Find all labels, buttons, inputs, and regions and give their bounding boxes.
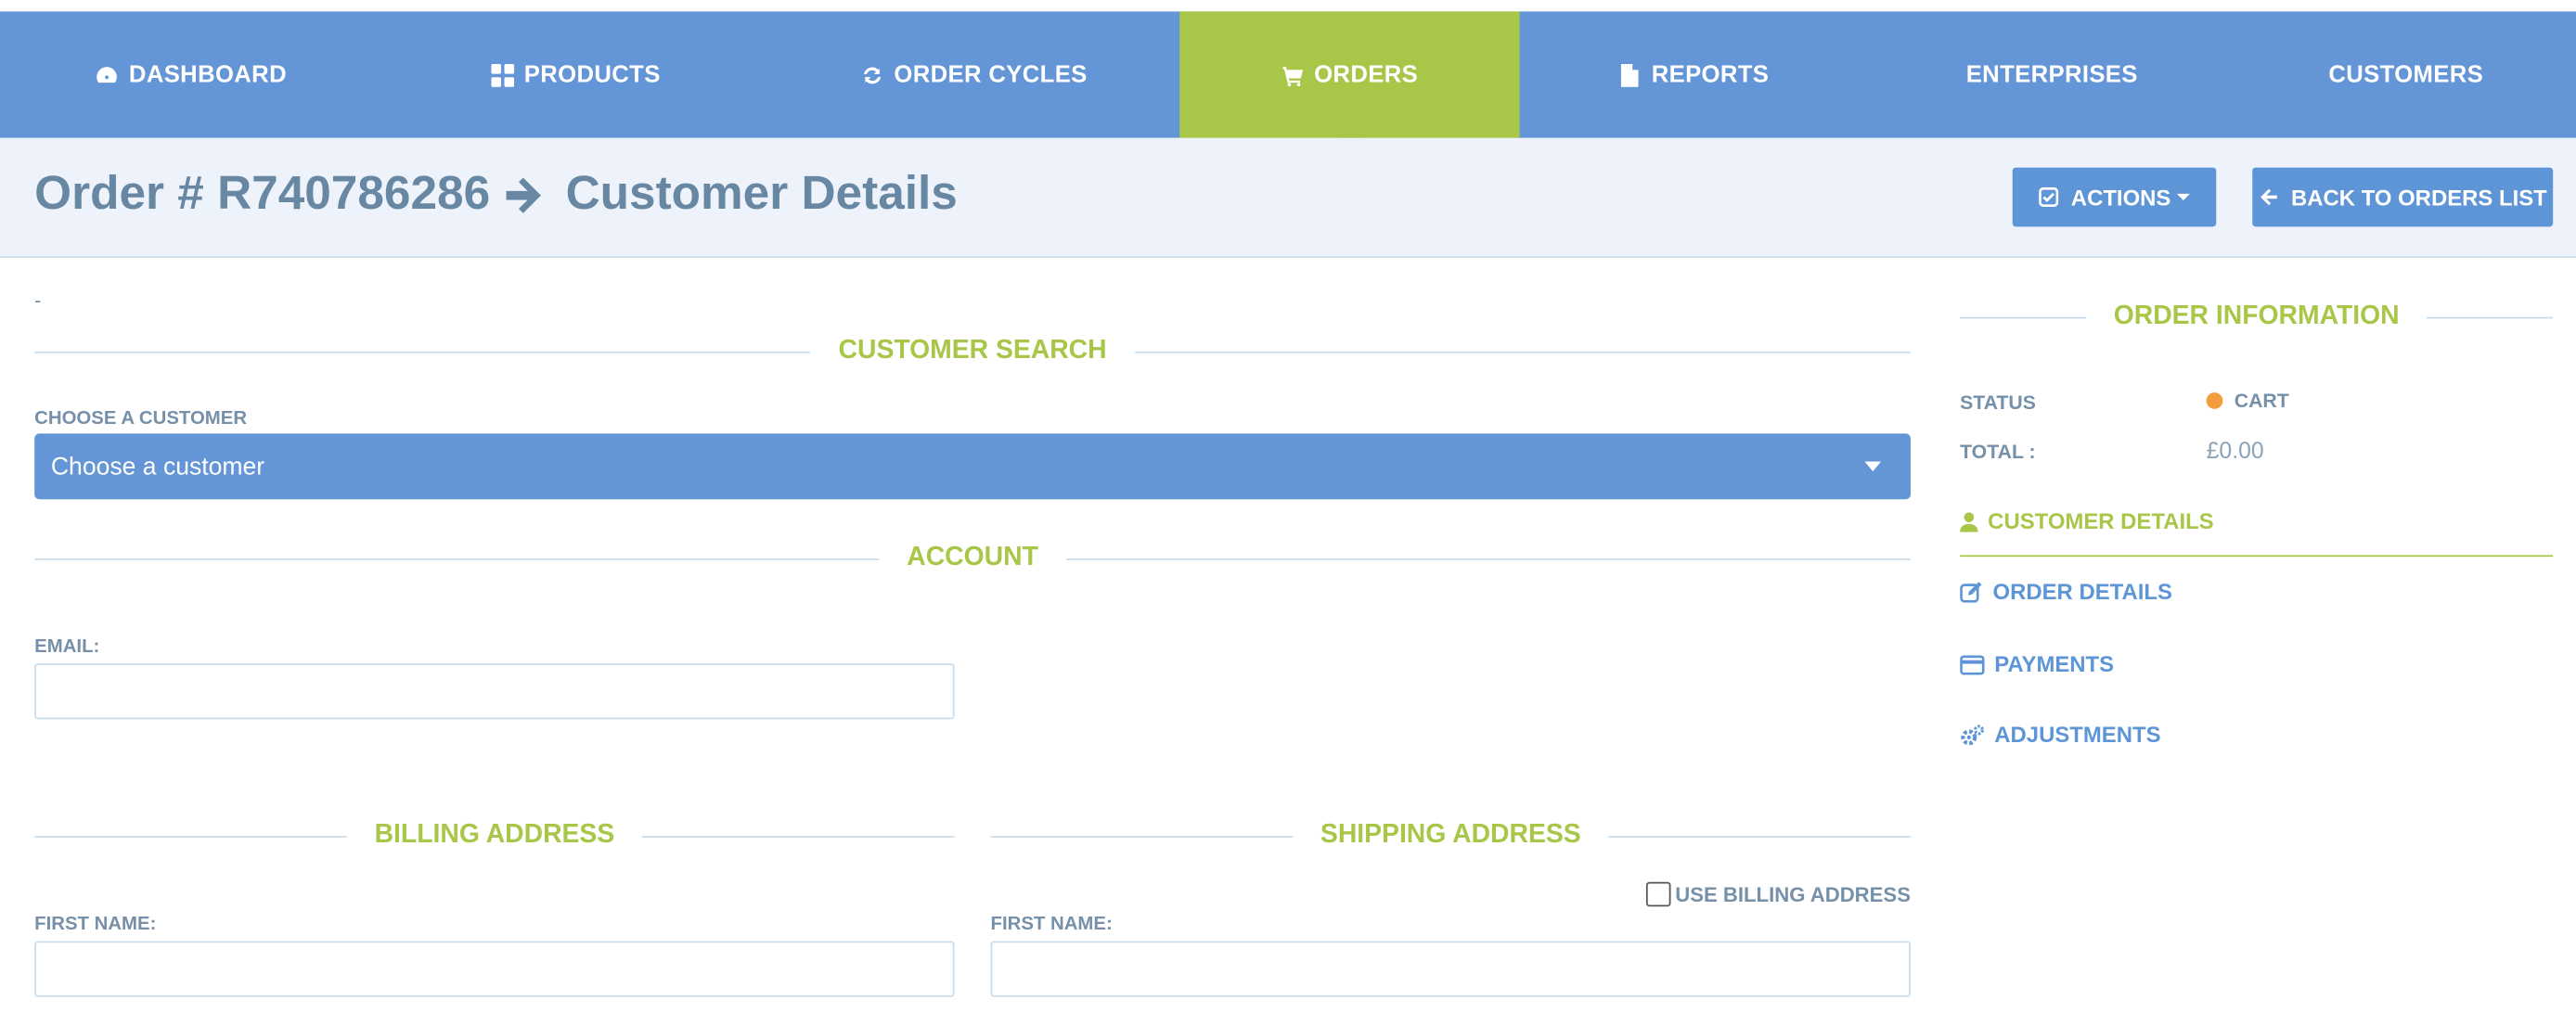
- caret-down-icon: [2177, 193, 2191, 200]
- divider: [1608, 835, 1912, 838]
- dash-text: -: [34, 289, 42, 313]
- billing-first-name-field[interactable]: [34, 941, 955, 997]
- divider: [34, 835, 347, 838]
- choose-customer-label: Choose a customer: [34, 408, 248, 430]
- cogs-icon: [1961, 724, 1984, 745]
- total-label: Total :: [1960, 440, 2036, 464]
- arrow-left-icon: [2260, 188, 2277, 206]
- actions-label: Actions: [2070, 185, 2171, 210]
- divider: [34, 558, 880, 559]
- sidebar-link-customer-details[interactable]: Customer Details: [1960, 508, 2214, 534]
- nav-products-label: Products: [523, 61, 661, 88]
- email-field[interactable]: [34, 663, 955, 720]
- edit-icon: [1960, 582, 1982, 603]
- total-value: £0.00: [2206, 436, 2264, 464]
- actions-button[interactable]: Actions: [2012, 167, 2217, 227]
- email-label: Email:: [34, 636, 100, 658]
- divider: [1134, 350, 1911, 353]
- sidebar-link-adjustments[interactable]: Adjustments: [1960, 722, 2161, 748]
- app-root: Dashboard Products Order Cycles Orders R…: [0, 0, 2576, 1013]
- divider: [1065, 558, 1911, 559]
- status-label: Status: [1960, 391, 2036, 415]
- nav-dashboard[interactable]: Dashboard: [0, 11, 383, 137]
- active-link-underline: [1960, 555, 2554, 558]
- chevron-down-icon: [1864, 461, 1882, 472]
- nav-enterprises[interactable]: Enterprises: [1868, 11, 2236, 137]
- sidebar-link-label: Customer Details: [1988, 508, 2214, 534]
- arrow-right-icon: [507, 176, 542, 212]
- sidebar-link-payments[interactable]: Payments: [1960, 651, 2115, 677]
- sidebar-link-label: Adjustments: [1994, 722, 2161, 748]
- nav-customers-label: Customers: [2328, 61, 2484, 88]
- nav-products[interactable]: Products: [383, 11, 769, 137]
- cart-icon: [1282, 66, 1303, 86]
- customer-search-heading: Customer Search: [34, 337, 1911, 366]
- nav-enterprises-label: Enterprises: [1965, 61, 2138, 88]
- section-title: Order Information: [2113, 301, 2400, 330]
- tachometer-icon: [97, 66, 118, 83]
- page-title: Order # R740786286 Customer Details: [34, 168, 958, 222]
- status-badge: Cart: [2206, 389, 2289, 413]
- back-to-orders-button[interactable]: Back to orders list: [2252, 167, 2554, 227]
- billing-first-name-label: First name:: [34, 915, 157, 935]
- use-billing-address-option[interactable]: Use billing address: [1645, 881, 1911, 907]
- divider: [990, 835, 1293, 838]
- status-dot-icon: [2206, 392, 2223, 409]
- section-title: Shipping Address: [1320, 821, 1581, 850]
- divider: [34, 350, 811, 353]
- shipping-address-heading: Shipping Address: [990, 821, 1912, 851]
- nav-reports-label: Reports: [1651, 61, 1770, 88]
- account-heading: Account: [34, 544, 1911, 573]
- shipping-first-name-label: First name:: [990, 915, 1113, 935]
- divider: [2427, 315, 2554, 318]
- credit-card-icon: [1960, 654, 1985, 674]
- customer-select[interactable]: Choose a customer: [34, 433, 1911, 500]
- nav-reports[interactable]: Reports: [1520, 11, 1868, 137]
- nav-order-cycles-label: Order Cycles: [894, 61, 1088, 88]
- divider: [642, 835, 955, 838]
- section-title: Account: [907, 544, 1038, 572]
- page-header: Order # R740786286 Customer Details Acti…: [0, 137, 2576, 258]
- nav-dashboard-label: Dashboard: [128, 61, 287, 88]
- nav-order-cycles[interactable]: Order Cycles: [769, 11, 1180, 137]
- user-icon: [1960, 511, 1978, 532]
- nav-customers[interactable]: Customers: [2236, 11, 2576, 137]
- top-navigation: Dashboard Products Order Cycles Orders R…: [0, 11, 2576, 148]
- customer-select-value: Choose a customer: [50, 452, 265, 481]
- sidebar-link-order-details[interactable]: Order Details: [1960, 580, 2172, 605]
- billing-address-heading: Billing Address: [34, 821, 955, 851]
- grid-icon: [491, 63, 515, 86]
- sidebar-link-label: Order Details: [1992, 579, 2172, 605]
- check-square-icon: [2038, 186, 2058, 207]
- shipping-first-name-field[interactable]: [990, 941, 1911, 997]
- order-number: Order # R740786286: [34, 167, 491, 221]
- section-title: Customer Search: [838, 336, 1107, 365]
- back-label: Back to orders list: [2291, 185, 2547, 210]
- page-subtitle: Customer Details: [565, 167, 958, 221]
- use-billing-checkbox[interactable]: [1645, 881, 1670, 907]
- nav-orders-label: Orders: [1314, 61, 1419, 88]
- divider: [1960, 315, 2086, 318]
- section-title: Billing Address: [374, 821, 615, 850]
- status-value: Cart: [2234, 389, 2289, 413]
- use-billing-label: Use billing address: [1675, 882, 1911, 906]
- file-icon: [1621, 63, 1639, 86]
- order-information-heading: Order Information: [1960, 301, 2554, 332]
- refresh-icon: [864, 66, 882, 83]
- nav-orders[interactable]: Orders: [1179, 11, 1520, 148]
- sidebar-link-label: Payments: [1994, 651, 2115, 677]
